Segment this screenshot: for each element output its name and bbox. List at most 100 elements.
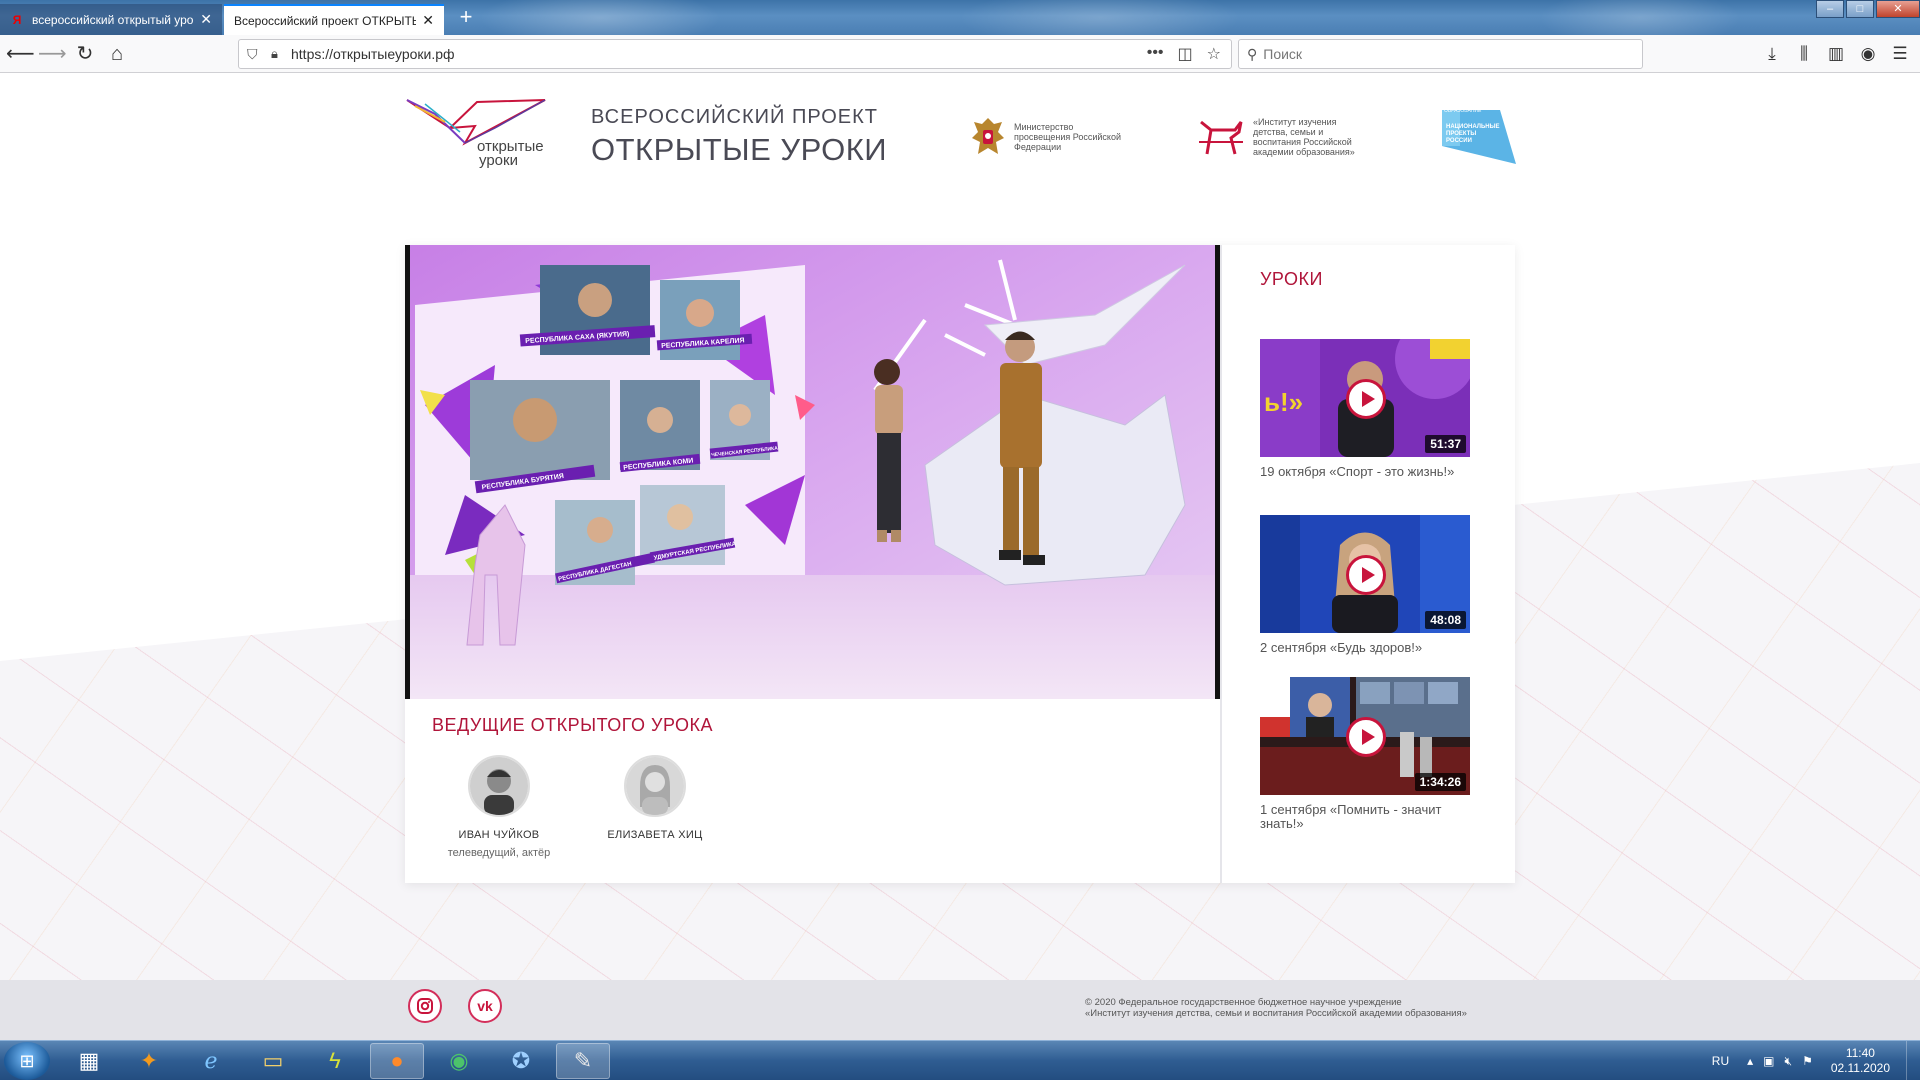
lessons-sidebar: УРОКИ ь!» 51:37 19 октября «Спорт - это …: [1222, 245, 1515, 883]
taskbar-app-award-icon[interactable]: ✪: [494, 1043, 548, 1079]
lesson-duration: 1:34:26: [1414, 773, 1466, 791]
start-button[interactable]: ⊞: [4, 1042, 50, 1080]
close-tab-icon[interactable]: ✕: [200, 11, 212, 28]
close-window-button[interactable]: ✕: [1876, 0, 1920, 18]
account-icon[interactable]: ◉: [1858, 42, 1878, 66]
play-icon[interactable]: [1346, 379, 1386, 419]
site-header: открытые уроки ВСЕРОССИЙСКИЙ ПРОЕКТ ОТКР…: [405, 98, 1516, 188]
lesson-duration: 48:08: [1425, 611, 1466, 629]
natproj-text: НАЦИОНАЛЬНЫЕ ПРОЕКТЫ РОССИИ: [1446, 124, 1500, 144]
language-indicator[interactable]: RU: [1712, 1054, 1729, 1068]
sidebar-icon[interactable]: ▥: [1826, 42, 1846, 66]
copyright-line1: © 2020 Федеральное государственное бюдже…: [1085, 997, 1402, 1008]
institute-text: «Институт изучения детства, семьи и восп…: [1253, 117, 1355, 157]
action-center-flag-icon[interactable]: ⚑: [1802, 1054, 1813, 1069]
national-projects-logo[interactable]: ОБРАЗОВАНИЕ НАЦИОНАЛЬНЫЕ ПРОЕКТЫ РОССИИ: [1440, 106, 1520, 170]
bookmark-star-icon[interactable]: ☆: [1207, 44, 1221, 64]
copyright-line2: «Институт изучения детства, семьи и восп…: [1085, 1008, 1467, 1019]
host-photo-ivan: [470, 757, 528, 815]
back-button[interactable]: ⟵: [6, 42, 35, 66]
open-lessons-logo[interactable]: открытые уроки: [405, 98, 555, 188]
volume-muted-icon[interactable]: 🔇︎: [1785, 1054, 1793, 1069]
file-explorer-icon[interactable]: ▭: [246, 1043, 300, 1079]
lesson-thumbnail[interactable]: 48:08: [1260, 515, 1470, 633]
yandex-favicon-icon: Я: [12, 12, 22, 27]
clock-time: 11:40: [1845, 1046, 1875, 1060]
home-button[interactable]: ⌂: [104, 42, 130, 66]
window-controls: – □ ✕: [1814, 0, 1920, 18]
internet-explorer-icon[interactable]: ℯ: [184, 1043, 238, 1079]
search-placeholder: Поиск: [1263, 46, 1303, 62]
lesson-caption[interactable]: 1 сентября «Помнить - значит знать!»: [1260, 803, 1470, 831]
navigation-toolbar: ⟵ ⟶ ↻ ⌂ ⛉ 🔒︎ https://открытыеуроки.рф ••…: [0, 35, 1920, 73]
show-desktop-button[interactable]: [1906, 1041, 1920, 1080]
search-bar[interactable]: ⚲ Поиск: [1238, 39, 1643, 69]
windows-taskbar: ⊞ ▦ ✦ ℯ ▭ ϟ ● ◉ ✪ ✎ RU ▴ ▣ 🔇︎ ⚑ 11:40 02…: [0, 1040, 1920, 1080]
vk-icon[interactable]: vk: [468, 989, 502, 1023]
main-card: РЕСПУБЛИКА САХА (ЯКУТИЯ) РЕСПУБЛИКА КАРЕ…: [405, 245, 1515, 883]
forward-button[interactable]: ⟶: [38, 42, 67, 66]
search-icon: ⚲: [1247, 45, 1258, 62]
lock-icon[interactable]: 🔒︎: [271, 46, 285, 62]
tab-title: всероссийский открытый урок: [32, 12, 195, 27]
tracking-protection-shield-icon[interactable]: ⛉: [247, 46, 263, 63]
lesson-thumbnail[interactable]: ь!» 51:37: [1260, 339, 1470, 457]
site-footer: vk © 2020 Федеральное государственное бю…: [0, 980, 1920, 1040]
avatar: [624, 755, 686, 817]
host-card[interactable]: ИВАН ЧУЙКОВ телеведущий, актёр: [429, 755, 569, 859]
lesson-item[interactable]: ь!» 51:37 19 октября «Спорт - это жизнь!…: [1260, 339, 1470, 479]
firefox-icon[interactable]: ●: [370, 1043, 424, 1079]
browser-tab-bar: Я всероссийский открытый урок ✕ Всеросси…: [0, 0, 1920, 35]
lesson-item[interactable]: 48:08 2 сентября «Будь здоров!»: [1260, 515, 1470, 655]
instagram-icon[interactable]: [408, 989, 442, 1023]
natproj-small-text: ОБРАЗОВАНИЕ: [1444, 108, 1482, 114]
address-bar[interactable]: ⛉ 🔒︎ https://открытыеуроки.рф ••• ◫ ☆: [238, 39, 1232, 69]
lesson-badge: ь!»: [1264, 387, 1304, 417]
new-tab-button[interactable]: +: [452, 4, 480, 32]
play-icon[interactable]: [1346, 717, 1386, 757]
host-role: телеведущий, актёр: [447, 847, 551, 859]
ministry-text: Министерство просвещения Российской Феде…: [1014, 122, 1121, 152]
tab-yandex-search[interactable]: Я всероссийский открытый урок ✕: [0, 4, 222, 35]
close-tab-icon[interactable]: ✕: [422, 12, 434, 29]
system-tray: RU ▴ ▣ 🔇︎ ⚑ 11:40 02.11.2020: [1712, 1041, 1920, 1080]
paint-icon[interactable]: ✎: [556, 1043, 610, 1079]
play-icon[interactable]: [1346, 555, 1386, 595]
library-icon[interactable]: ⫼: [1794, 42, 1814, 66]
lesson-caption[interactable]: 19 октября «Спорт - это жизнь!»: [1260, 465, 1470, 479]
tab-title: Всероссийский проект ОТКРЫТЫЕ: [234, 13, 417, 28]
project-title: ОТКРЫТЫЕ УРОКИ: [591, 132, 888, 167]
tab-open-lessons[interactable]: Всероссийский проект ОТКРЫТЫЕ ✕: [224, 4, 444, 35]
clock[interactable]: 11:40 02.11.2020: [1831, 1046, 1890, 1076]
studio-video-frame: РЕСПУБЛИКА САХА (ЯКУТИЯ) РЕСПУБЛИКА КАРЕ…: [405, 245, 1220, 699]
copyright-text: © 2020 Федеральное государственное бюдже…: [1085, 997, 1467, 1019]
lesson-caption[interactable]: 2 сентября «Будь здоров!»: [1260, 641, 1470, 655]
chrome-icon[interactable]: ◉: [432, 1043, 486, 1079]
show-hidden-icons-icon[interactable]: ▴: [1747, 1054, 1753, 1069]
hamburger-menu-icon[interactable]: ☰: [1890, 42, 1910, 66]
video-player[interactable]: РЕСПУБЛИКА САХА (ЯКУТИЯ) РЕСПУБЛИКА КАРЕ…: [405, 245, 1220, 699]
logo-text-line2: уроки: [479, 152, 518, 169]
lesson-item[interactable]: 1:34:26 1 сентября «Помнить - значит зна…: [1260, 677, 1470, 831]
horse-toy-icon: [1199, 120, 1243, 155]
taskbar-app-lightning-icon[interactable]: ϟ: [308, 1043, 362, 1079]
maximize-button[interactable]: □: [1846, 0, 1874, 18]
host-name: ИВАН ЧУЙКОВ: [458, 829, 540, 841]
hosts-section-title: ВЕДУЩИЕ ОТКРЫТОГО УРОКА: [432, 715, 714, 735]
taskbar-app-grid-icon[interactable]: ▦: [62, 1043, 116, 1079]
downloads-icon[interactable]: ⤓: [1762, 42, 1782, 66]
lesson-thumbnail[interactable]: 1:34:26: [1260, 677, 1470, 795]
page-actions-menu-icon[interactable]: •••: [1147, 44, 1164, 64]
russian-coat-of-arms-icon: [972, 118, 1004, 154]
pocket-icon[interactable]: ◫: [1178, 44, 1193, 64]
network-icon[interactable]: ▣: [1763, 1054, 1774, 1069]
url-text[interactable]: https://открытыеуроки.рф: [291, 46, 1147, 62]
reload-button[interactable]: ↻: [72, 42, 98, 66]
host-card[interactable]: ЕЛИЗАВЕТА ХИЦ: [585, 755, 725, 847]
project-subtitle: ВСЕРОССИЙСКИЙ ПРОЕКТ: [591, 106, 878, 128]
ministry-logo[interactable]: Министерство просвещения Российской Феде…: [968, 114, 1124, 160]
institute-logo[interactable]: «Институт изучения детства, семьи и восп…: [1195, 116, 1363, 158]
minimize-button[interactable]: –: [1816, 0, 1844, 18]
taskbar-app-fire-icon[interactable]: ✦: [122, 1043, 176, 1079]
avatar: [468, 755, 530, 817]
